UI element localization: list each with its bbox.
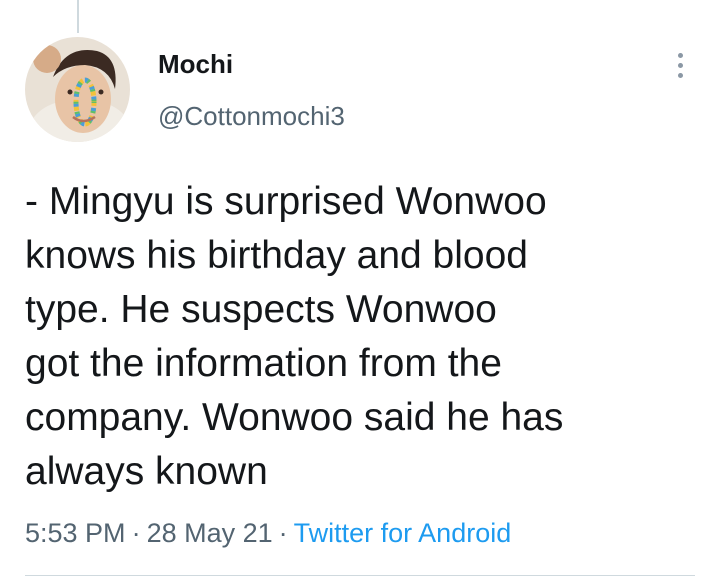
tweet-source-link[interactable]: Twitter for Android [294, 518, 512, 548]
tweet-metadata: 5:53 PM · 28 May 21 · Twitter for Android [25, 515, 511, 551]
author-info: Mochi @Cottonmochi3 [158, 47, 345, 133]
meta-separator: · [278, 518, 288, 548]
tweet-text-line: type. He suspects Wonwoo [25, 288, 497, 331]
tweet-text-line: company. Wonwoo said he has [25, 396, 564, 439]
thread-connector-line [77, 0, 79, 33]
more-options-button[interactable] [668, 50, 692, 86]
tweet-text: - Mingyu is surprised Wonwoo knows his b… [25, 175, 685, 499]
tweet-text-line: - Mingyu is surprised Wonwoo [25, 180, 547, 223]
tweet-date[interactable]: 28 May 21 [147, 518, 273, 548]
avatar-photo [25, 37, 130, 142]
tweet-time[interactable]: 5:53 PM [25, 518, 126, 548]
tweet-text-line: got the information from the [25, 342, 502, 385]
more-vertical-icon [668, 53, 692, 78]
display-name[interactable]: Mochi [158, 47, 345, 81]
divider [25, 575, 695, 576]
avatar[interactable] [25, 37, 130, 142]
tweet-text-line: knows his birthday and blood [25, 234, 528, 277]
meta-separator: · [131, 518, 141, 548]
user-handle[interactable]: @Cottonmochi3 [158, 99, 345, 133]
tweet-text-line: always known [25, 450, 268, 493]
